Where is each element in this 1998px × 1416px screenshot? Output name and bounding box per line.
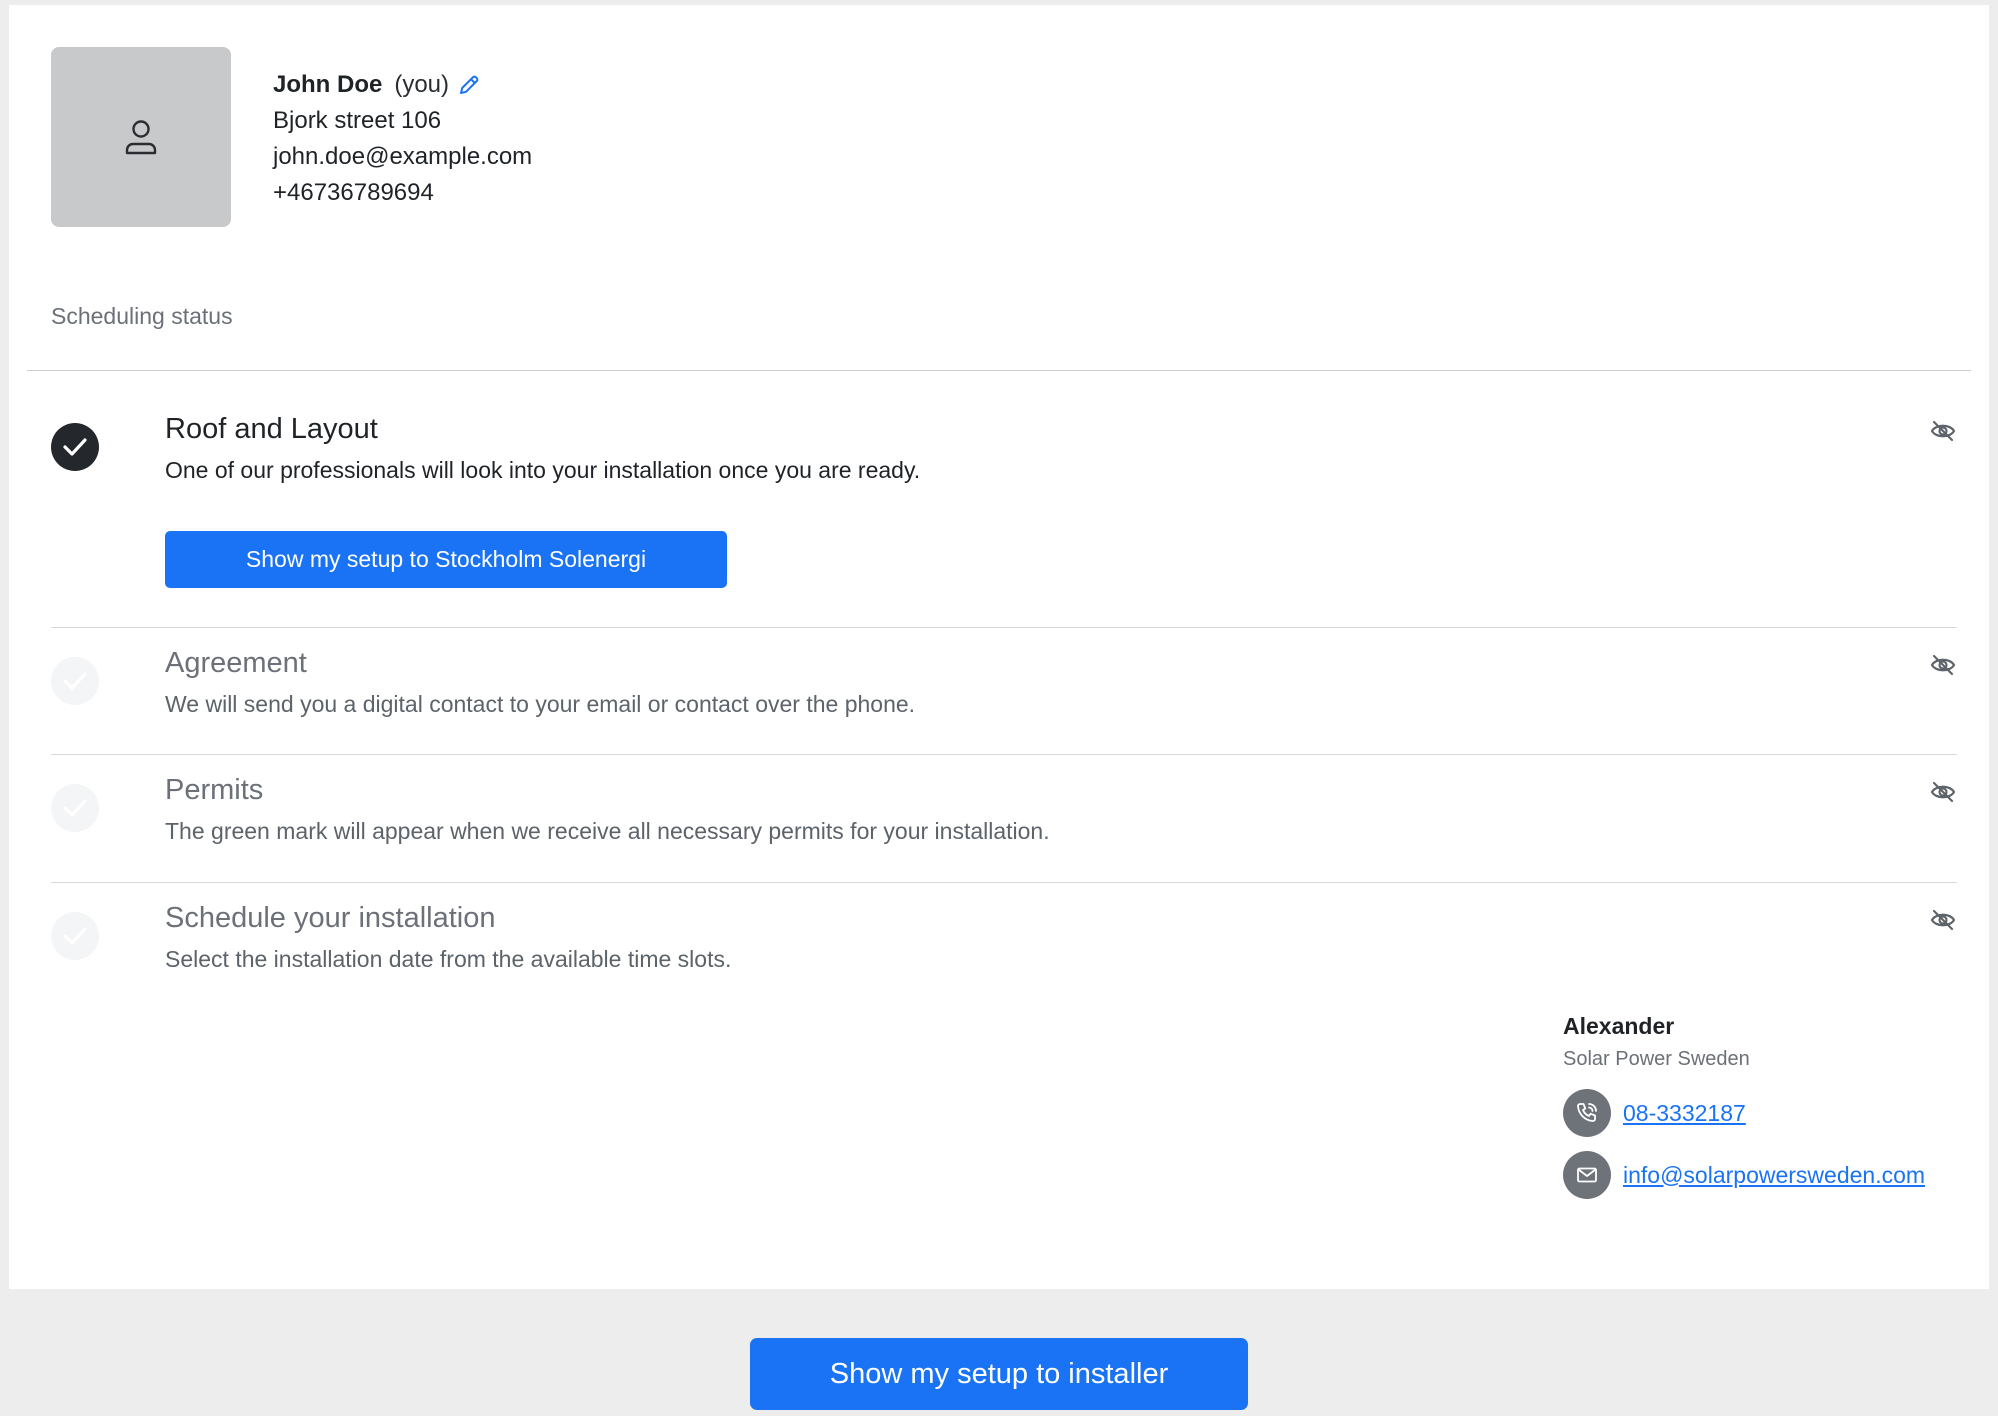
you-label: (you) xyxy=(394,71,450,98)
phone-icon xyxy=(1563,1089,1611,1137)
check-icon xyxy=(51,423,99,471)
step-title: Permits xyxy=(165,774,264,806)
contact-email-link[interactable]: info@solarpowersweden.com xyxy=(1623,1162,1925,1189)
profile-name: John Doe xyxy=(273,71,383,98)
profile-phone: +46736789694 xyxy=(273,179,434,206)
step-agreement: Agreement We will send you a digital con… xyxy=(51,641,1957,751)
step-divider xyxy=(51,754,1957,755)
step-description: We will send you a digital contact to yo… xyxy=(165,691,916,717)
profile-address: Bjork street 106 xyxy=(273,107,442,134)
check-icon xyxy=(51,784,99,832)
profile-name-row: John Doe (you) xyxy=(273,67,532,103)
step-divider xyxy=(51,627,1957,628)
section-divider xyxy=(27,370,1971,371)
step-title: Roof and Layout xyxy=(165,413,378,445)
step-description: Select the installation date from the av… xyxy=(165,946,732,972)
step-title: Schedule your installation xyxy=(165,902,496,934)
contact-email-row: info@solarpowersweden.com xyxy=(1563,1151,1963,1199)
pencil-icon[interactable] xyxy=(457,73,481,97)
eye-off-icon[interactable] xyxy=(1929,908,1957,932)
scheduling-card: John Doe (you) Bjork street 106 john.doe… xyxy=(9,5,1989,1289)
contact-phone-row: 08-3332187 xyxy=(1563,1089,1963,1137)
profile-info: John Doe (you) Bjork street 106 john.doe… xyxy=(273,67,532,211)
scheduling-status-label: Scheduling status xyxy=(51,303,233,329)
user-icon xyxy=(125,120,157,155)
eye-off-icon[interactable] xyxy=(1929,653,1957,677)
eye-off-icon[interactable] xyxy=(1929,419,1957,443)
step-description: One of our professionals will look into … xyxy=(165,457,921,483)
show-setup-to-company-button[interactable]: Show my setup to Stockholm Solenergi xyxy=(165,531,727,588)
contact-card: Alexander Solar Power Sweden 08-3332187 … xyxy=(1563,1013,1963,1199)
avatar xyxy=(51,47,231,227)
contact-company: Solar Power Sweden xyxy=(1563,1048,1750,1070)
step-roof-and-layout: Roof and Layout One of our professionals… xyxy=(51,407,1957,597)
eye-off-icon[interactable] xyxy=(1929,780,1957,804)
step-divider xyxy=(51,882,1957,883)
contact-name: Alexander xyxy=(1563,1013,1675,1039)
step-schedule-installation: Schedule your installation Select the in… xyxy=(51,896,1957,1006)
contact-phone-link[interactable]: 08-3332187 xyxy=(1623,1100,1746,1127)
mail-icon xyxy=(1563,1151,1611,1199)
check-icon xyxy=(51,657,99,705)
profile-email: john.doe@example.com xyxy=(273,143,533,170)
step-description: The green mark will appear when we recei… xyxy=(165,818,1050,844)
step-title: Agreement xyxy=(165,647,307,679)
show-setup-to-installer-button[interactable]: Show my setup to installer xyxy=(750,1338,1248,1410)
step-permits: Permits The green mark will appear when … xyxy=(51,768,1957,878)
check-icon xyxy=(51,912,99,960)
